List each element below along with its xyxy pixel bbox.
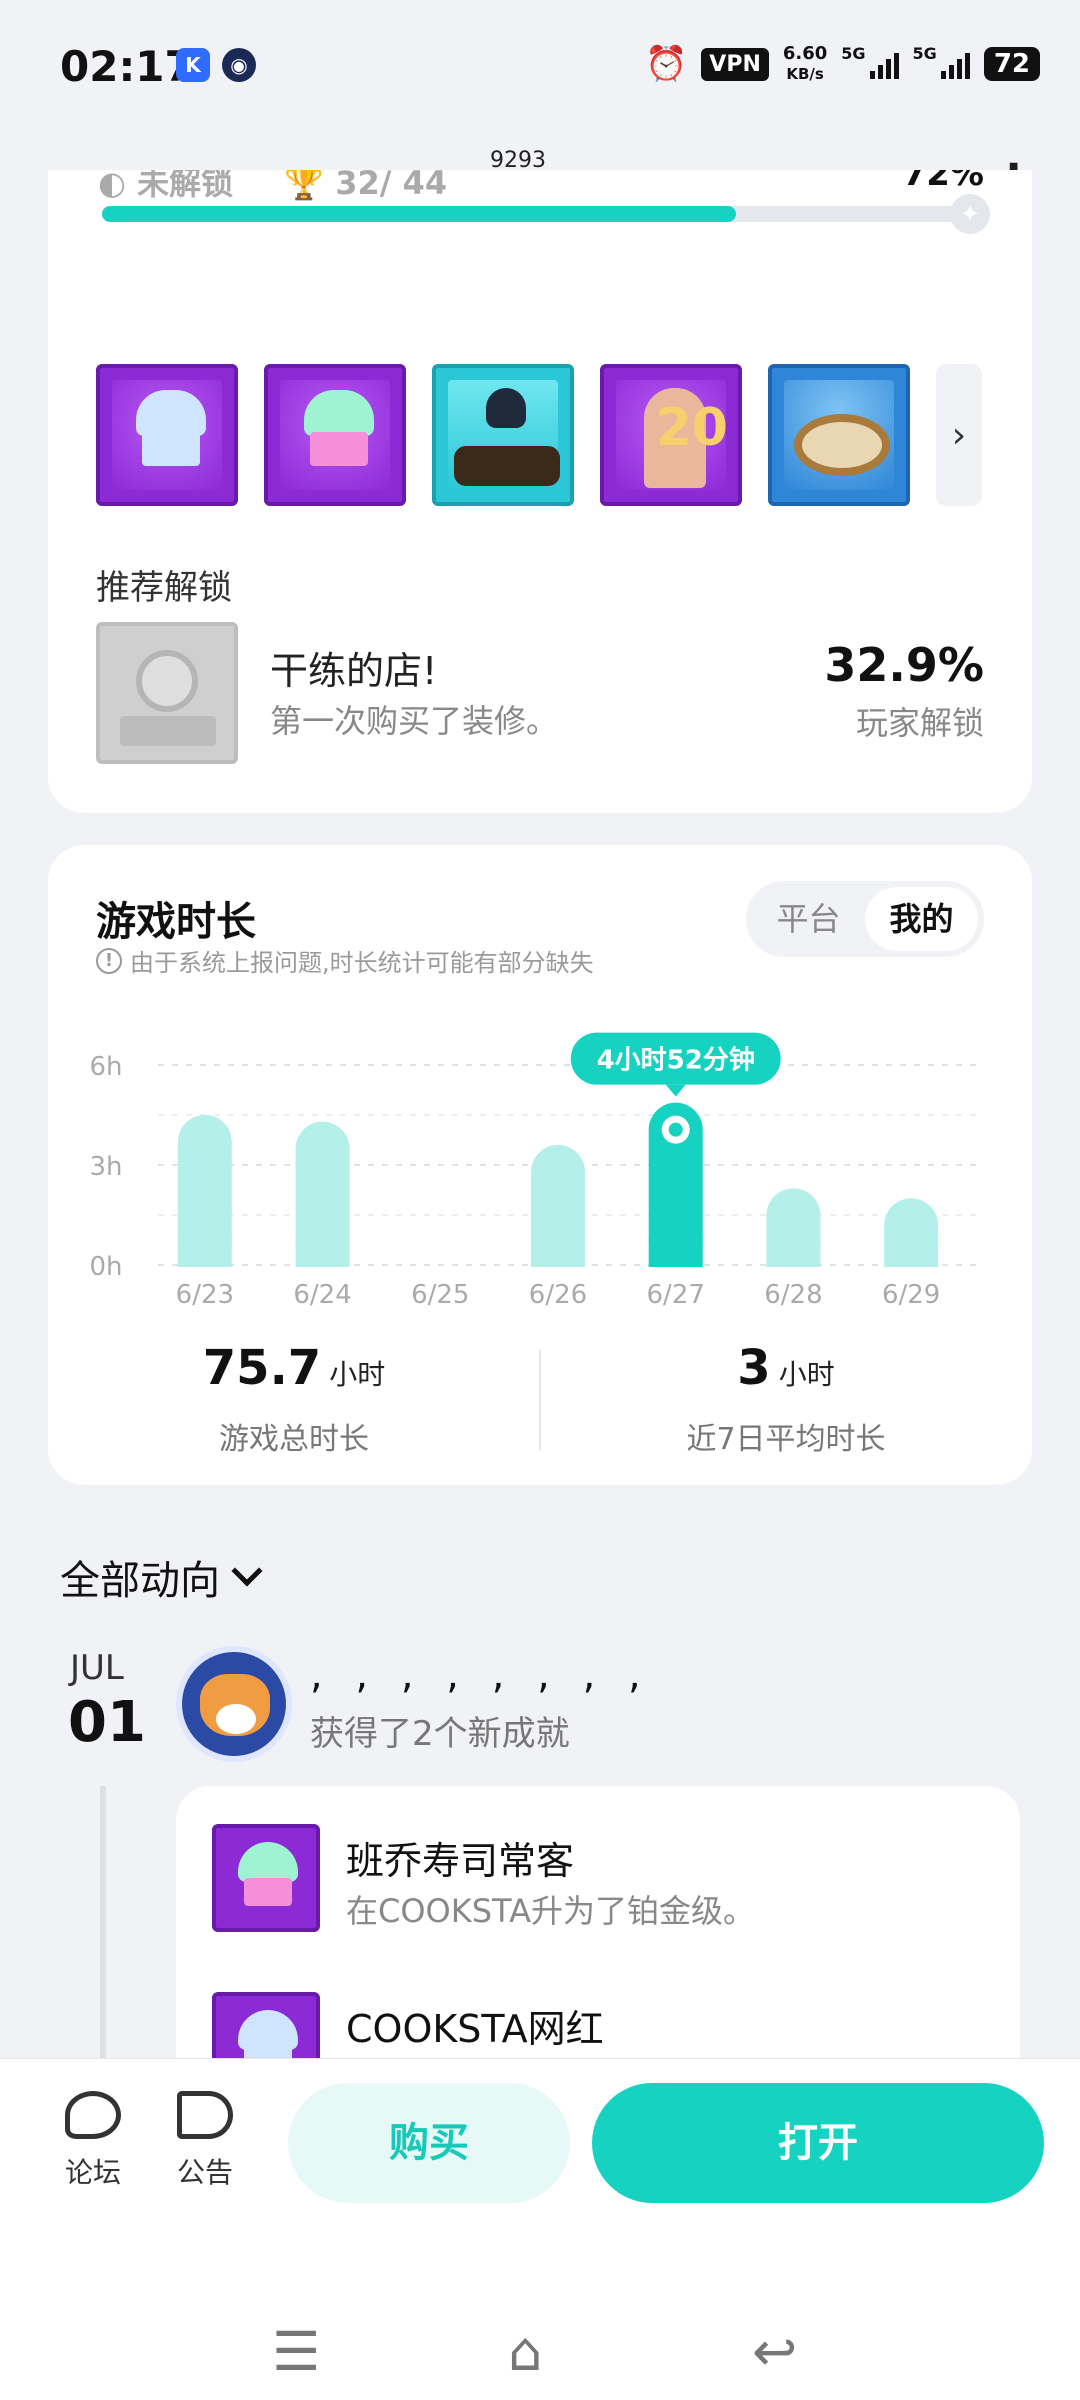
recommended-title: 推荐解锁	[96, 568, 232, 608]
y-tick-label: 0h	[89, 1252, 122, 1282]
y-tick-label: 6h	[89, 1052, 122, 1082]
chat-bubble-icon	[65, 2091, 121, 2139]
lock-icon: ◐	[98, 170, 126, 202]
bug-splat-badge[interactable]	[432, 364, 574, 506]
playtime-chart: 0h 3h 6h 6/23 6/24 6/25 6/26 4小时52分钟 6/27 6/28 6/2…	[89, 1032, 982, 1310]
feed-username[interactable]: , , , , , , , ,	[310, 1652, 651, 1698]
signal-icon	[940, 49, 970, 79]
total-playtime: 75.7 小时 游戏总时长	[202, 1340, 386, 1457]
chart-tooltip-tail	[665, 1084, 686, 1097]
x-tick-label: 6/27	[647, 1280, 705, 1310]
locked-summary: ◐ 未解锁 🏆 32/ 44	[98, 170, 447, 204]
forum-button[interactable]: 论坛	[48, 2091, 138, 2191]
alarm-icon: ⏰	[644, 44, 688, 84]
info-icon: !	[96, 947, 122, 974]
x-tick-label: 6/25	[411, 1280, 469, 1310]
achievement-progress: ✦	[102, 194, 990, 234]
portrait-20-badge[interactable]: 20	[600, 364, 742, 506]
chevron-down-icon	[231, 1555, 263, 1587]
x-tick-label: 6/23	[176, 1280, 234, 1310]
notice-button[interactable]: 公告	[160, 2091, 250, 2191]
chart-bar-base	[177, 1238, 232, 1267]
avatar[interactable]	[176, 1646, 292, 1762]
chevron-right-icon[interactable]: ›	[936, 364, 982, 506]
chef-hat-green-badge[interactable]	[264, 364, 406, 506]
net-type-1: 5G	[841, 44, 866, 63]
feed-day: 01	[68, 1690, 146, 1755]
k-app-icon: K	[176, 48, 210, 82]
megaphone-icon	[177, 2091, 233, 2139]
buy-button[interactable]: 购买	[288, 2083, 570, 2203]
feed-action: 获得了2个新成就	[310, 1714, 570, 1754]
status-right: ⏰ VPN 6.60 KB/s 5G 5G 72	[645, 44, 1040, 84]
y-tick-label: 3h	[89, 1152, 122, 1182]
feed-month: JUL	[70, 1648, 124, 1688]
chart-bar-base	[531, 1238, 585, 1267]
feed-filter-dropdown[interactable]: 全部动向	[60, 1548, 263, 1606]
highlight-dot-center	[668, 1122, 683, 1137]
x-tick-label: 6/28	[764, 1280, 822, 1310]
recommended-percent: 32.9%	[824, 638, 984, 692]
achievement-badges: 20 ›	[96, 364, 982, 506]
playtime-summary: 75.7 小时 游戏总时长 3 小时 近7日平均时长	[48, 1340, 1032, 1470]
chart-tooltip-label: 4小时52分钟	[597, 1045, 755, 1076]
achievements-card: ◐ 未解锁 🏆 32/ 44 72% ✦ 20 › 推荐解锁 干练的店! 第一次…	[48, 170, 1032, 813]
playtime-card: 游戏时长 ! 由于系统上报问题,时长统计可能有部分缺失 平台 我的 0h 3h 6h…	[48, 845, 1032, 1485]
system-nav: ☰ ⌂ ↩	[0, 2290, 1080, 2400]
feed-item-title: COOKSTA网红	[346, 2007, 604, 2051]
toggle-platform[interactable]: 平台	[752, 887, 865, 951]
home-icon[interactable]: ⌂	[508, 2320, 542, 2383]
signal-icon	[869, 49, 899, 79]
back-icon[interactable]: ↩	[752, 2320, 797, 2383]
trophy-icon: 🏆	[284, 170, 325, 202]
chart-bar-base	[766, 1238, 821, 1267]
net-type-2: 5G	[912, 44, 937, 63]
net-speed: 6.60 KB/s	[782, 43, 828, 84]
average-playtime: 3 小时 近7日平均时长	[686, 1340, 886, 1457]
open-button[interactable]: 打开	[592, 2083, 1044, 2203]
playtime-toggle: 平台 我的	[746, 881, 984, 957]
recommended-name: 干练的店!	[270, 649, 438, 693]
x-tick-label: 6/29	[882, 1280, 940, 1310]
recommended-percent-label: 玩家解锁	[855, 704, 984, 742]
feed-item-title: 班乔寿司常客	[346, 1839, 575, 1883]
trophy-end-icon: ✦	[950, 194, 990, 234]
chart-bar-base	[884, 1238, 939, 1267]
chart-bar-base	[295, 1238, 350, 1267]
toggle-mine[interactable]: 我的	[865, 887, 978, 951]
achievement-percent: 72%	[902, 170, 984, 194]
steamed-bun-badge[interactable]	[768, 364, 910, 506]
x-tick-label: 6/26	[529, 1280, 587, 1310]
feed-item-desc: 在COOKSTA升为了铂金级。	[346, 1892, 755, 1930]
vpn-badge: VPN	[701, 47, 769, 81]
o-app-icon: ◉	[222, 48, 256, 82]
achievement-progress-fill	[102, 206, 736, 222]
chef-hat-green-icon	[212, 1824, 320, 1932]
menu-icon[interactable]: ☰	[272, 2320, 320, 2383]
battery-icon: 72	[983, 47, 1040, 81]
recommended-achievement-icon	[96, 622, 238, 764]
chart-bar-base	[648, 1238, 703, 1267]
x-tick-label: 6/24	[293, 1280, 351, 1310]
chef-hat-blue-badge[interactable]	[96, 364, 238, 506]
timeline-line	[100, 1786, 106, 2066]
status-bar: 02:17 K ◉ ⏰ VPN 6.60 KB/s 5G 5G 72	[0, 0, 1080, 130]
playtime-title: 游戏时长	[96, 899, 256, 945]
playtime-note: ! 由于系统上报问题,时长统计可能有部分缺失	[96, 943, 594, 978]
recommended-desc: 第一次购买了装修。	[270, 702, 559, 740]
status-time: 02:17	[60, 42, 194, 91]
